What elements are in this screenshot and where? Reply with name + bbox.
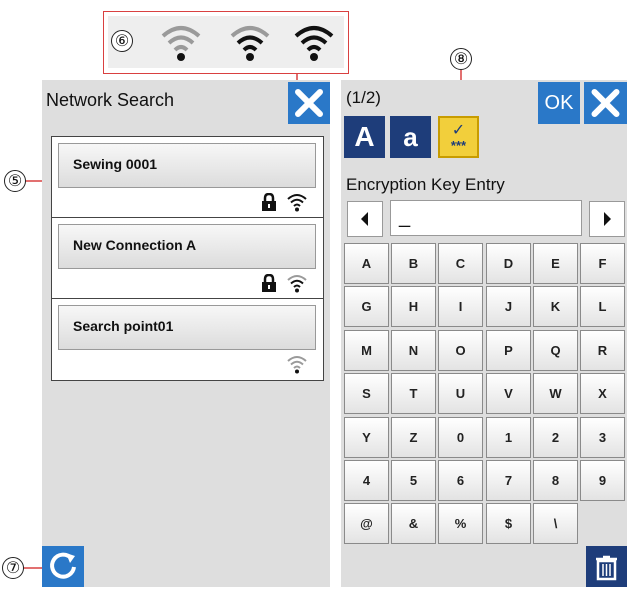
key-button[interactable]: T [391, 373, 436, 414]
close-button[interactable] [584, 82, 627, 124]
key-button[interactable]: S [344, 373, 389, 414]
key-button[interactable]: Z [391, 417, 436, 458]
key-button[interactable]: Q [533, 330, 578, 371]
network-item: New Connection A [52, 218, 323, 299]
network-list: Sewing 0001 New Connection A Search poin… [51, 136, 324, 381]
hide-characters-button[interactable]: ✓ *** [438, 116, 479, 158]
key-button[interactable]: B [391, 243, 436, 284]
hidden-stars: *** [450, 137, 467, 153]
close-icon [591, 89, 620, 117]
key-button[interactable]: R [580, 330, 625, 371]
checkmark-icon: ✓ [451, 121, 466, 139]
arrow-left-icon [361, 212, 368, 226]
cursor-right-button[interactable] [589, 201, 625, 237]
key-button[interactable]: F [580, 243, 625, 284]
network-item: Search point01 [52, 299, 323, 379]
key-button[interactable]: U [438, 373, 483, 414]
key-button[interactable]: % [438, 503, 483, 544]
key-button[interactable]: I [438, 286, 483, 327]
wifi-weak-icon [287, 356, 307, 374]
cursor-left-button[interactable] [347, 201, 383, 237]
key-button[interactable]: M [344, 330, 389, 371]
key-button[interactable]: L [580, 286, 625, 327]
key-button[interactable]: 2 [533, 417, 578, 458]
wifi-medium-icon [287, 275, 307, 293]
network-button[interactable]: Sewing 0001 [58, 143, 316, 188]
key-button[interactable]: 0 [438, 417, 483, 458]
key-button[interactable]: 1 [486, 417, 531, 458]
key-button[interactable]: $ [486, 503, 531, 544]
key-button[interactable]: Y [344, 417, 389, 458]
key-button[interactable]: 5 [391, 460, 436, 501]
network-name: Sewing 0001 [73, 156, 158, 172]
lock-icon [262, 193, 276, 211]
key-button[interactable]: W [533, 373, 578, 414]
lock-icon [262, 274, 276, 292]
network-button[interactable]: New Connection A [58, 224, 316, 269]
keyboard-grid: A B C D E F G H I J K L M N O P Q R S T U V W X Y Z 0 1 2 3 4 5 6 7 8 9 @ &% $… [344, 243, 627, 547]
refresh-button[interactable] [42, 546, 84, 587]
key-button[interactable]: K [533, 286, 578, 327]
key-button[interactable]: 6 [438, 460, 483, 501]
panel-title: Network Search [46, 90, 175, 110]
key-button[interactable]: 8 [533, 460, 578, 501]
key-button[interactable]: \ [533, 503, 578, 544]
network-button[interactable]: Search point01 [58, 305, 316, 350]
key-button[interactable]: G [344, 286, 389, 327]
lowercase-mode-button[interactable]: a [390, 116, 431, 158]
arrow-right-icon [604, 212, 611, 226]
network-search-panel: Network Search Sewing 0001 New Connectio… [42, 80, 330, 587]
network-name: Search point01 [73, 318, 174, 334]
uppercase-mode-button[interactable]: A [344, 116, 385, 158]
callout-7: ⑦ [2, 557, 24, 579]
key-button[interactable]: V [486, 373, 531, 414]
key-button[interactable]: O [438, 330, 483, 371]
key-button[interactable]: E [533, 243, 578, 284]
wifi-strong-icon [287, 194, 307, 212]
close-icon [295, 89, 323, 117]
close-button[interactable] [288, 82, 330, 124]
ok-button[interactable]: OK [538, 82, 580, 124]
callout-8: ⑧ [450, 48, 472, 70]
trash-icon [596, 555, 617, 581]
key-button[interactable]: D [486, 243, 531, 284]
encryption-key-panel: (1/2) OK A a ✓ *** Encryption Key Entry … [341, 80, 627, 587]
key-button[interactable]: C [438, 243, 483, 284]
key-button[interactable]: P [486, 330, 531, 371]
key-button[interactable]: H [391, 286, 436, 327]
section-title: Encryption Key Entry [346, 175, 505, 194]
key-button[interactable]: A [344, 243, 389, 284]
network-item: Sewing 0001 [52, 137, 323, 218]
network-name: New Connection A [73, 237, 197, 253]
key-button[interactable]: & [391, 503, 436, 544]
delete-button[interactable] [586, 546, 627, 587]
refresh-icon [50, 552, 76, 579]
key-button[interactable]: J [486, 286, 531, 327]
page-indicator: (1/2) [346, 88, 381, 107]
key-button[interactable]: 4 [344, 460, 389, 501]
key-button[interactable]: N [391, 330, 436, 371]
key-button[interactable]: 3 [580, 417, 625, 458]
key-button[interactable]: 9 [580, 460, 625, 501]
callout-5: ⑤ [4, 170, 26, 192]
encryption-key-input[interactable]: _ [390, 200, 582, 236]
key-button[interactable]: 7 [486, 460, 531, 501]
key-button[interactable]: X [580, 373, 625, 414]
key-button[interactable]: @ [344, 503, 389, 544]
